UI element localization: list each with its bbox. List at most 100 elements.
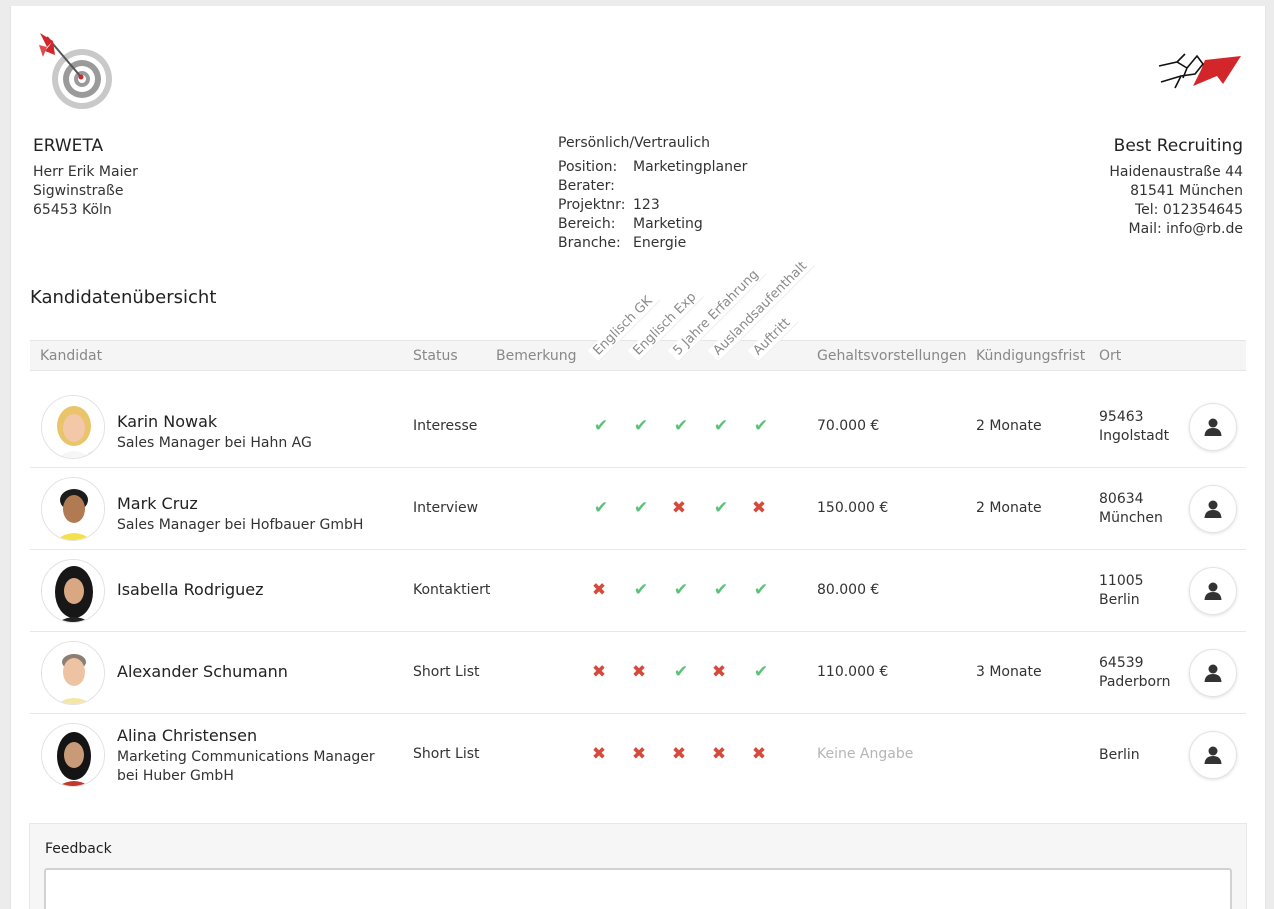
candidate-status: Interview <box>413 500 479 516</box>
table-row: Mark Cruz Sales Manager bei Hofbauer Gmb… <box>30 468 1246 550</box>
field-value: Marketingplaner <box>633 159 748 175</box>
candidate-name[interactable]: Alina Christensen <box>117 726 257 745</box>
avatar <box>41 395 105 459</box>
location-zip: 80634 <box>1099 491 1144 507</box>
confidential-title: Persönlich/Vertraulich <box>558 135 711 151</box>
cross-icon: ✖ <box>671 498 687 518</box>
candidate-role: Sales Manager bei Hofbauer GmbH <box>117 517 364 533</box>
agency-street: Haidenaustraße 44 <box>1109 164 1243 180</box>
red-arrow-logo-icon <box>1158 53 1241 89</box>
location-zip: 64539 <box>1099 655 1144 671</box>
candidate-status: Kontaktiert <box>413 582 491 598</box>
check-icon: ✔ <box>753 580 769 600</box>
candidate-status: Short List <box>413 664 480 680</box>
project-info-table: Position: Marketingplaner Berater: Projek… <box>558 158 747 253</box>
agency-city: 81541 München <box>1130 183 1243 199</box>
cross-icon: ✖ <box>671 744 687 764</box>
salary: 80.000 € <box>817 582 880 598</box>
salary: 110.000 € <box>817 664 889 680</box>
cross-icon: ✖ <box>711 744 727 764</box>
header-ort: Ort <box>1099 348 1122 364</box>
check-icon: ✔ <box>753 416 769 436</box>
agency-name: Best Recruiting <box>1113 136 1243 156</box>
header-kandidat: Kandidat <box>40 348 103 364</box>
salary: Keine Angabe <box>817 746 914 762</box>
header-gehalt: Gehaltsvorstellungen <box>817 348 967 364</box>
feedback-panel: Feedback <box>29 823 1247 909</box>
header-status: Status <box>413 348 458 364</box>
profile-button[interactable] <box>1189 485 1237 533</box>
feedback-title: Feedback <box>45 841 112 857</box>
agency-mail: Mail: info@rb.de <box>1128 221 1243 237</box>
avatar <box>41 477 105 541</box>
report-page: ERWETA Herr Erik Maier Sigwinstraße 6545… <box>10 6 1266 909</box>
header-kuendigung: Kündigungsfrist <box>976 348 1086 364</box>
check-icon: ✔ <box>633 580 649 600</box>
avatar <box>41 559 105 623</box>
field-label: Bereich: <box>558 216 616 232</box>
check-icon: ✔ <box>673 662 689 682</box>
check-icon: ✔ <box>593 416 609 436</box>
check-icon: ✔ <box>673 416 689 436</box>
cross-icon: ✖ <box>711 662 727 682</box>
section-title: Kandidatenübersicht <box>30 287 217 308</box>
field-label: Berater: <box>558 178 615 194</box>
profile-button[interactable] <box>1189 649 1237 697</box>
check-icon: ✔ <box>673 580 689 600</box>
candidate-name[interactable]: Mark Cruz <box>117 494 198 513</box>
check-icon: ✔ <box>713 416 729 436</box>
client-contact: Herr Erik Maier <box>33 164 138 180</box>
cross-icon: ✖ <box>591 580 607 600</box>
cross-icon: ✖ <box>591 744 607 764</box>
avatar <box>41 641 105 705</box>
user-icon <box>1204 746 1222 764</box>
candidate-role: Marketing Communications Manager bei Hub… <box>117 749 375 784</box>
cross-icon: ✖ <box>631 662 647 682</box>
cross-icon: ✖ <box>751 744 767 764</box>
table-row: Alexander Schumann Short List ✖ ✖ ✔ ✖ ✔ … <box>30 632 1246 714</box>
user-icon <box>1204 500 1222 518</box>
candidate-status: Short List <box>413 746 480 762</box>
user-icon <box>1204 582 1222 600</box>
profile-button[interactable] <box>1189 403 1237 451</box>
candidate-name[interactable]: Karin Nowak <box>117 412 217 431</box>
field-value: Marketing <box>633 216 703 232</box>
cross-icon: ✖ <box>631 744 647 764</box>
field-label: Projektnr: <box>558 197 626 213</box>
location-city: München <box>1099 510 1163 526</box>
profile-button[interactable] <box>1189 567 1237 615</box>
check-icon: ✔ <box>753 662 769 682</box>
cross-icon: ✖ <box>591 662 607 682</box>
candidate-role: Sales Manager bei Hahn AG <box>117 435 312 451</box>
location-zip: 95463 <box>1099 409 1144 425</box>
table-row: Karin Nowak Sales Manager bei Hahn AG In… <box>30 386 1246 468</box>
check-icon: ✔ <box>633 498 649 518</box>
location-city: Berlin <box>1099 592 1140 608</box>
candidate-name[interactable]: Isabella Rodriguez <box>117 580 264 599</box>
check-icon: ✔ <box>633 416 649 436</box>
table-row: Alina Christensen Marketing Communicatio… <box>30 714 1246 796</box>
location-city: Ingolstadt <box>1099 428 1170 444</box>
candidate-name[interactable]: Alexander Schumann <box>117 662 288 681</box>
user-icon <box>1204 664 1222 682</box>
user-icon <box>1204 418 1222 436</box>
target-dart-icon <box>39 33 112 109</box>
agency-tel: Tel: 012354645 <box>1134 202 1243 218</box>
candidate-status: Interesse <box>413 418 478 434</box>
client-street: Sigwinstraße <box>33 183 124 199</box>
salary: 150.000 € <box>817 500 889 516</box>
cross-icon: ✖ <box>751 498 767 518</box>
field-label: Position: <box>558 159 618 175</box>
client-name: ERWETA <box>33 136 104 156</box>
profile-button[interactable] <box>1189 731 1237 779</box>
table-row: Isabella Rodriguez Kontaktiert ✖ ✔ ✔ ✔ ✔… <box>30 550 1246 632</box>
location-city: Paderborn <box>1099 674 1171 690</box>
notice-period: 2 Monate <box>976 418 1042 434</box>
feedback-textarea[interactable] <box>44 868 1232 909</box>
header-bemerkung: Bemerkung <box>496 348 577 364</box>
check-icon: ✔ <box>593 498 609 518</box>
field-value <box>633 177 747 196</box>
notice-period: 3 Monate <box>976 664 1042 680</box>
field-value: 123 <box>633 197 660 213</box>
client-city: 65453 Köln <box>33 202 112 218</box>
